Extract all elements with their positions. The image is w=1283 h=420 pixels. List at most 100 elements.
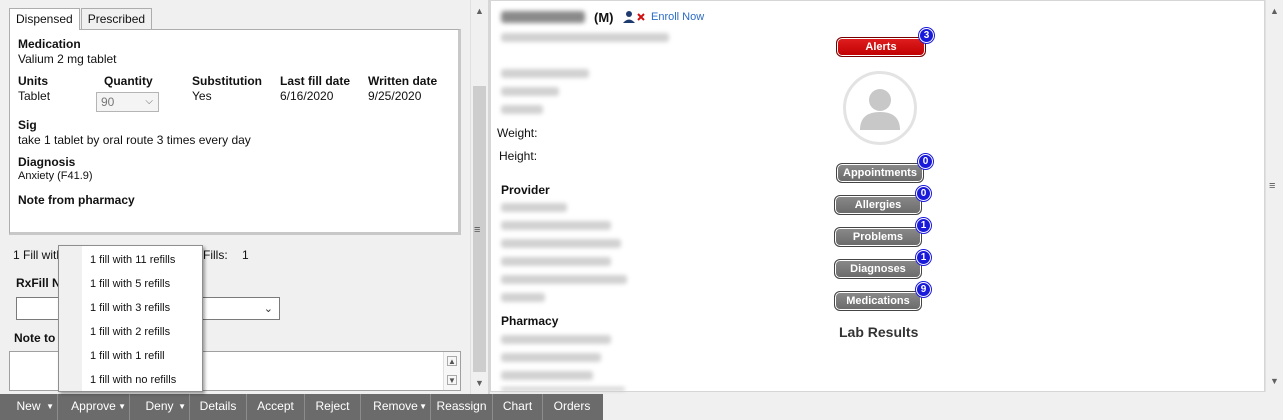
redacted-text	[501, 239, 621, 248]
deny-button[interactable]: Deny ▼	[130, 394, 190, 420]
redacted-text	[501, 87, 559, 96]
weight-label: Weight:	[497, 126, 538, 140]
chart-button[interactable]: Chart	[493, 394, 543, 420]
new-button[interactable]: New ▼	[0, 394, 58, 420]
redacted-text	[501, 33, 669, 42]
grip-icon: ≡	[474, 224, 481, 236]
substitution-value: Yes	[192, 89, 212, 103]
diagnoses-button[interactable]: Diagnoses	[834, 259, 922, 279]
left-scrollbar[interactable]: ▲ ≡ ▼	[470, 0, 488, 394]
diagnosis-value: Anxiety (F41.9)	[18, 170, 93, 182]
height-label: Height:	[499, 149, 538, 163]
written-date-value: 9/25/2020	[368, 89, 422, 103]
reassign-button[interactable]: Reassign	[431, 394, 493, 420]
redacted-text	[501, 353, 601, 362]
redacted-text	[501, 293, 545, 302]
refill-option-2[interactable]: 1 fill with 2 refills	[90, 326, 170, 338]
refill-option-3[interactable]: 1 fill with 3 refills	[90, 302, 170, 314]
new-button-label: New	[16, 399, 41, 413]
action-toolbar: New ▼ Approve ▼ Deny ▼ Details Accept Rejec…	[0, 394, 603, 420]
deny-button-label: Deny	[145, 399, 174, 413]
remove-button-label: Remove	[373, 399, 418, 413]
redacted-text	[501, 387, 625, 391]
substitution-label: Substitution	[192, 74, 262, 88]
dropdown-gutter	[59, 246, 82, 391]
units-label: Units	[18, 74, 48, 88]
refill-options-dropdown: 1 fill with 11 refills 1 fill with 5 ref…	[58, 245, 203, 392]
approve-button[interactable]: Approve ▼	[58, 394, 130, 420]
chevron-down-icon: ⌵	[145, 96, 153, 107]
avatar	[843, 71, 917, 145]
written-date-label: Written date	[368, 74, 438, 88]
note-from-pharmacy-label: Note from pharmacy	[18, 193, 135, 207]
grip-icon: ≡	[1269, 180, 1276, 192]
scroll-down-icon[interactable]: ▼	[447, 375, 457, 385]
sig-label: Sig	[18, 118, 37, 132]
accept-button[interactable]: Accept	[247, 394, 305, 420]
refill-option-11[interactable]: 1 fill with 11 refills	[90, 254, 175, 266]
alerts-button[interactable]: Alerts	[836, 37, 926, 57]
sig-value: take 1 tablet by oral route 3 times ever…	[18, 133, 251, 147]
orders-button[interactable]: Orders	[543, 394, 601, 420]
appointments-button[interactable]: Appointments	[836, 163, 924, 183]
medications-button[interactable]: Medications	[834, 291, 922, 311]
details-button[interactable]: Details	[190, 394, 247, 420]
refill-option-1[interactable]: 1 fill with 1 refill	[90, 350, 165, 362]
dropdown-arrow-icon: ▼	[46, 402, 54, 411]
tab-dispensed[interactable]: Dispensed	[9, 8, 80, 30]
medication-value: Valium 2 mg tablet	[18, 52, 117, 66]
scroll-down-icon[interactable]: ▼	[1270, 376, 1279, 386]
appointments-count-badge: 0	[918, 154, 933, 169]
dropdown-arrow-icon: ▼	[118, 402, 126, 411]
quantity-select[interactable]: 90 ⌵	[96, 92, 159, 112]
allergies-button[interactable]: Allergies	[834, 195, 922, 215]
redacted-text	[501, 371, 593, 380]
fills-label: Fills:	[203, 248, 228, 262]
quantity-label: Quantity	[104, 74, 153, 88]
problems-count-badge: 1	[916, 218, 931, 233]
note-scrollbar[interactable]: ▲ ▼	[443, 352, 460, 390]
redacted-text	[501, 335, 611, 344]
tab-prescribed[interactable]: Prescribed	[80, 8, 153, 29]
refill-option-5[interactable]: 1 fill with 5 refills	[90, 278, 170, 290]
redacted-text	[501, 275, 627, 284]
person-placeholder-icon	[860, 89, 900, 130]
enroll-user-icon[interactable]	[623, 10, 647, 27]
scroll-up-icon[interactable]: ▲	[1270, 6, 1279, 16]
medication-label: Medication	[18, 37, 81, 51]
scroll-up-icon[interactable]: ▲	[447, 356, 457, 366]
patient-summary-pane: (M) Enroll Now Weight: Height: Provider …	[490, 0, 1265, 392]
redacted-text	[501, 69, 589, 78]
right-scrollbar[interactable]: ▲ ≡ ▼	[1265, 0, 1283, 392]
toolbar-spacer	[603, 394, 1283, 420]
enroll-now-link[interactable]: Enroll Now	[651, 11, 704, 23]
diagnoses-count-badge: 1	[916, 250, 931, 265]
approve-button-label: Approve	[71, 399, 116, 413]
allergies-count-badge: 0	[916, 186, 931, 201]
units-value: Tablet	[18, 89, 51, 103]
dropdown-arrow-icon: ▼	[419, 402, 427, 411]
diagnosis-label: Diagnosis	[18, 155, 76, 169]
problems-button[interactable]: Problems	[834, 227, 922, 247]
scroll-up-icon[interactable]: ▲	[475, 6, 484, 16]
dispensed-panel: Medication Valium 2 mg tablet Units Tabl…	[9, 29, 461, 235]
redacted-text	[501, 257, 611, 266]
redacted-text	[501, 203, 567, 212]
reject-button[interactable]: Reject	[305, 394, 361, 420]
patient-sex: (M)	[594, 10, 614, 25]
last-fill-value: 6/16/2020	[280, 89, 334, 103]
lab-results-heading[interactable]: Lab Results	[839, 324, 918, 340]
last-fill-label: Last fill date	[280, 74, 351, 88]
remove-button[interactable]: Remove ▼	[361, 394, 431, 420]
medications-count-badge: 9	[916, 282, 931, 297]
scroll-down-icon[interactable]: ▼	[475, 378, 484, 388]
alerts-count-badge: 3	[919, 28, 934, 43]
provider-label: Provider	[501, 183, 550, 197]
patient-name-redacted	[501, 11, 585, 23]
quantity-value: 90	[101, 95, 115, 109]
pharmacy-label: Pharmacy	[501, 314, 559, 328]
redacted-text	[501, 105, 543, 114]
refill-option-none[interactable]: 1 fill with no refills	[90, 374, 176, 386]
fills-value: 1	[242, 248, 249, 262]
dropdown-arrow-icon: ▼	[178, 402, 186, 411]
